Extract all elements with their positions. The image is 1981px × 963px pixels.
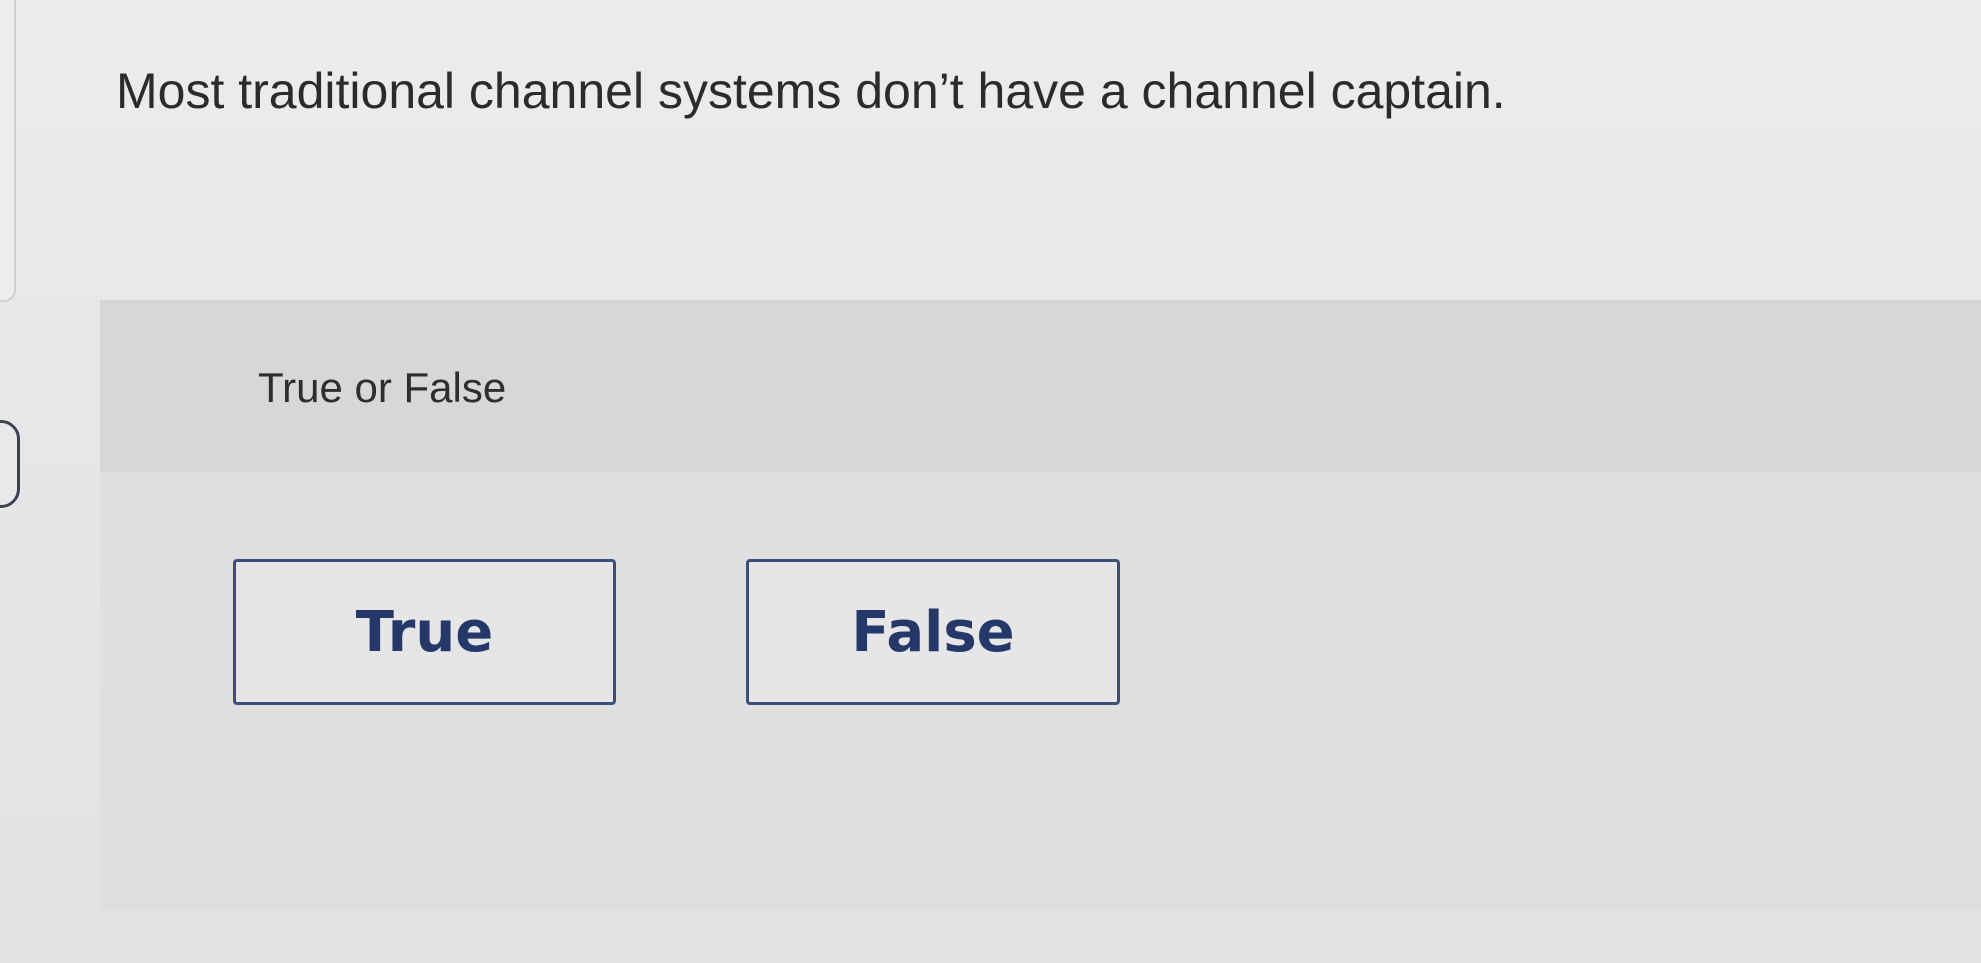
- left-panel-edge: [0, 0, 16, 302]
- answer-area: True or False True False: [100, 300, 1981, 910]
- true-button[interactable]: True: [233, 559, 616, 705]
- false-button-label: False: [851, 599, 1015, 665]
- prompt-band: True or False: [100, 300, 1981, 472]
- question-type-prompt: True or False: [258, 364, 507, 411]
- question-text: Most traditional channel systems don’t h…: [116, 63, 1506, 119]
- false-button[interactable]: False: [746, 559, 1120, 705]
- true-button-label: True: [355, 599, 494, 665]
- side-toggle-tab[interactable]: [0, 420, 20, 508]
